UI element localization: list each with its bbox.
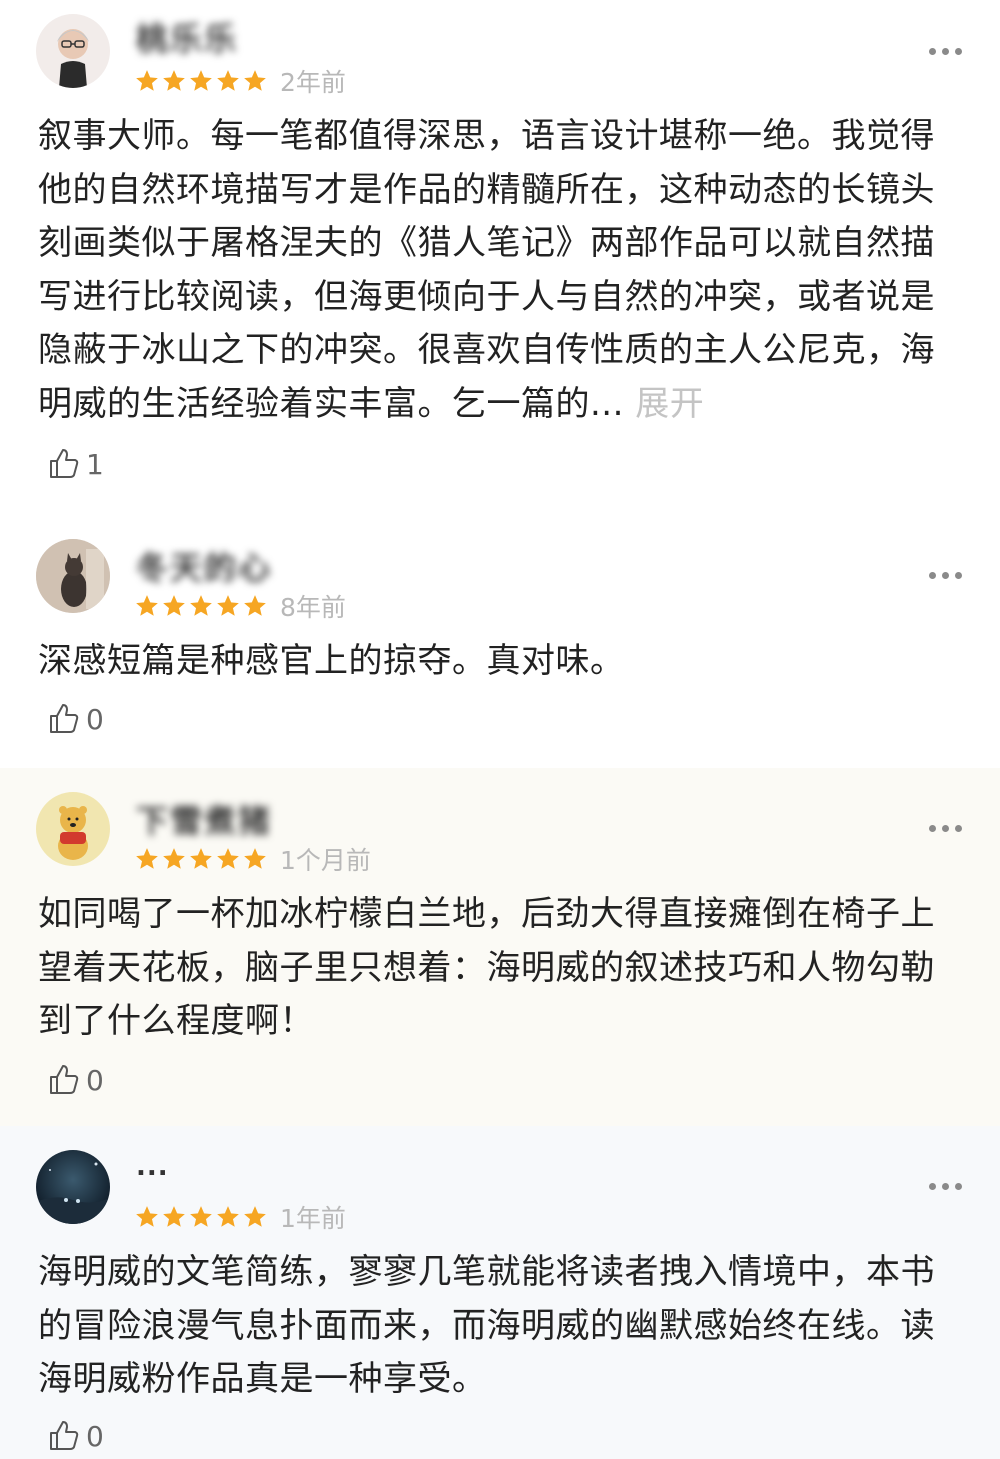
review-text: 如同喝了一杯加冰柠檬白兰地，后劲大得直接瘫倒在椅子上望着天花板，脑子里只想着：海… xyxy=(38,894,935,1041)
review-content: 海明威的文笔简练，寥寥几笔就能将读者拽入情境中，本书的冒险浪漫气息扑面而来，而海… xyxy=(38,1246,966,1407)
thumbs-up-icon xyxy=(50,1065,79,1094)
review-text: 叙事大师。每一笔都值得深思，语言设计堪称一绝。我觉得他的自然环境描写才是作品的精… xyxy=(38,116,935,424)
star-icon xyxy=(136,1206,158,1227)
thumbs-up-icon xyxy=(50,449,79,478)
like-button[interactable]: 0 xyxy=(46,1418,104,1454)
rating-stars xyxy=(134,593,268,619)
star-icon xyxy=(163,70,185,91)
cat-avatar-icon xyxy=(36,539,110,613)
more-options-icon[interactable] xyxy=(929,1183,962,1190)
star-icon xyxy=(190,848,212,869)
star-icon xyxy=(136,595,158,616)
username[interactable]: ... xyxy=(136,1152,169,1182)
username[interactable]: 桃乐乐 xyxy=(136,14,238,60)
avatar[interactable] xyxy=(36,792,110,866)
review-content: 如同喝了一杯加冰柠檬白兰地，后劲大得直接瘫倒在椅子上望着天花板，脑子里只想着：海… xyxy=(38,888,966,1049)
username[interactable]: 下雪煮猪 xyxy=(136,796,272,842)
avatar[interactable] xyxy=(36,1150,110,1224)
star-icon xyxy=(217,1206,239,1227)
rating-stars xyxy=(134,68,268,94)
star-icon xyxy=(163,848,185,869)
star-icon xyxy=(244,595,266,616)
star-icon xyxy=(163,595,185,616)
avatar[interactable] xyxy=(36,539,110,613)
like-count: 1 xyxy=(86,447,104,481)
star-icon xyxy=(217,70,239,91)
star-icon xyxy=(244,848,266,869)
like-button[interactable]: 1 xyxy=(46,446,104,482)
star-icon xyxy=(217,595,239,616)
more-options-icon[interactable] xyxy=(929,48,962,55)
review-text: 海明威的文笔简练，寥寥几笔就能将读者拽入情境中，本书的冒险浪漫气息扑面而来，而海… xyxy=(38,1252,935,1399)
star-icon xyxy=(163,1206,185,1227)
star-icon xyxy=(190,70,212,91)
star-icon xyxy=(244,70,266,91)
like-count: 0 xyxy=(86,1419,104,1453)
review-content: 叙事大师。每一笔都值得深思，语言设计堪称一绝。我觉得他的自然环境描写才是作品的精… xyxy=(38,110,966,431)
like-count: 0 xyxy=(86,702,104,736)
thumbs-up-icon xyxy=(50,1421,79,1450)
review-text: 深感短篇是种感官上的掠夺。真对味。 xyxy=(38,641,625,681)
thumbs-up-icon xyxy=(50,704,79,733)
review-meta: 1个月前 xyxy=(134,842,371,876)
like-button[interactable]: 0 xyxy=(46,701,104,737)
elderly-woman-avatar-icon xyxy=(36,14,110,88)
review-content: 深感短篇是种感官上的掠夺。真对味。 xyxy=(38,635,966,689)
star-icon xyxy=(244,1206,266,1227)
like-button[interactable]: 0 xyxy=(46,1062,104,1098)
more-options-icon[interactable] xyxy=(929,825,962,832)
review-item: 桃乐乐 2年前 叙事大师。每一笔都值得深思，语言设计堪称一绝。我觉得他的自然环境… xyxy=(0,0,1000,515)
star-icon xyxy=(136,848,158,869)
star-icon xyxy=(190,1206,212,1227)
rating-stars xyxy=(134,846,268,872)
review-meta: 2年前 xyxy=(134,64,346,98)
review-time: 1年前 xyxy=(280,1204,346,1233)
review-meta: 8年前 xyxy=(134,589,346,623)
review-time: 1个月前 xyxy=(280,846,371,875)
review-time: 8年前 xyxy=(280,593,346,622)
review-item: 下雪煮猪 1个月前 如同喝了一杯加冰柠檬白兰地，后劲大得直接瘫倒在椅子上望着天花… xyxy=(0,768,1000,1126)
expand-link[interactable]: 展开 xyxy=(635,384,704,424)
reviews-page: 桃乐乐 2年前 叙事大师。每一笔都值得深思，语言设计堪称一绝。我觉得他的自然环境… xyxy=(0,0,1000,1459)
rating-stars xyxy=(134,1204,268,1230)
review-item: ... 1年前 海明威的文笔简练，寥寥几笔就能将读者拽入情境中，本书的冒险浪漫气… xyxy=(0,1126,1000,1459)
more-options-icon[interactable] xyxy=(929,572,962,579)
star-icon xyxy=(190,595,212,616)
like-count: 0 xyxy=(86,1063,104,1097)
review-meta: 1年前 xyxy=(134,1200,346,1234)
review-item: 冬天的心 8年前 深感短篇是种感官上的掠夺。真对味。 0 xyxy=(0,515,1000,768)
username[interactable]: 冬天的心 xyxy=(136,543,272,589)
winnie-the-pooh-avatar-icon xyxy=(36,792,110,866)
star-icon xyxy=(136,70,158,91)
night-scene-avatar-icon xyxy=(36,1150,110,1224)
star-icon xyxy=(217,848,239,869)
avatar[interactable] xyxy=(36,14,110,88)
review-time: 2年前 xyxy=(280,68,346,97)
